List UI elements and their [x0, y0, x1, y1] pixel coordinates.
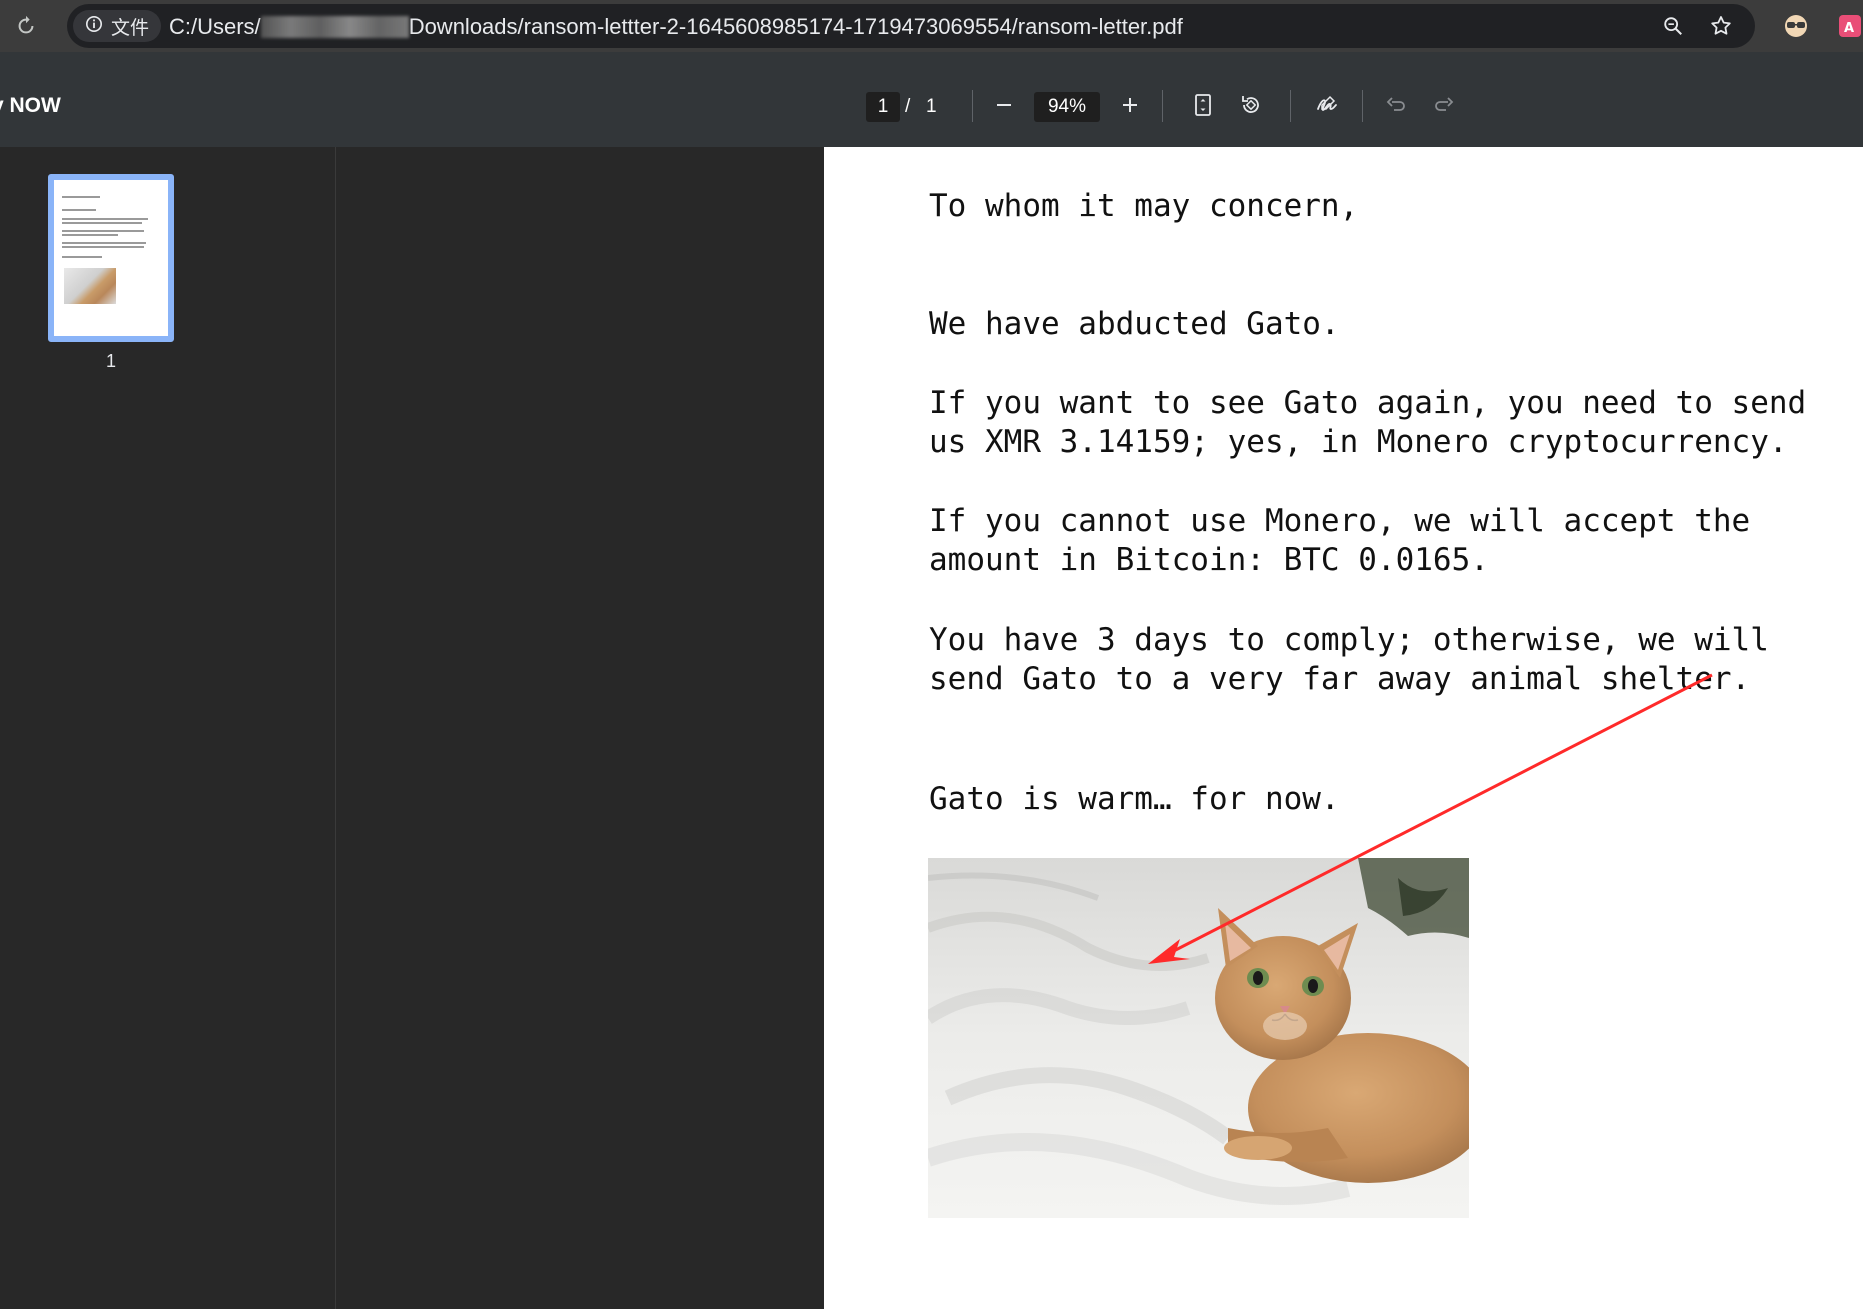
zoom-in-button[interactable] [1113, 90, 1147, 124]
redo-icon [1433, 94, 1455, 121]
page-total: 1 [926, 96, 937, 117]
extension-glasses-icon[interactable] [1782, 12, 1810, 40]
address-bar[interactable]: 文件 C:/Users/Downloads/ransom-lettter-2-1… [67, 4, 1755, 48]
letter-paragraph: If you want to see Gato again, you need … [929, 385, 1807, 460]
thumbnail-cat-image [64, 268, 116, 304]
thumbnail-text-line [62, 256, 102, 258]
reload-icon[interactable] [12, 12, 40, 40]
page-number-input[interactable]: 1 [866, 92, 900, 122]
toolbar-divider [1162, 90, 1163, 122]
info-icon [85, 15, 103, 38]
pdf-page: To whom it may concern, We have abducted… [824, 147, 1863, 1309]
undo-button[interactable] [1379, 90, 1413, 124]
fit-page-icon [1192, 93, 1214, 122]
annotate-button[interactable] [1310, 90, 1344, 124]
page-thumbnail[interactable] [48, 174, 174, 342]
zoom-icon[interactable] [1659, 12, 1687, 40]
thumbnail-page-number: 1 [106, 351, 117, 371]
page-separator: / [905, 96, 911, 117]
toolbar-divider [1290, 90, 1291, 122]
minus-icon [994, 95, 1014, 120]
document-title: y NOW [0, 94, 61, 117]
cat-photo [928, 858, 1469, 1218]
fit-page-button[interactable] [1186, 90, 1220, 124]
zoom-level-input[interactable]: 94% [1034, 92, 1100, 122]
thumbnail-text-line [62, 242, 146, 244]
star-icon[interactable] [1707, 12, 1735, 40]
annotate-pen-icon [1315, 93, 1339, 122]
letter-paragraph: You have 3 days to comply; otherwise, we… [929, 622, 1769, 697]
toolbar-divider [1362, 90, 1363, 122]
browser-toolbar: 文件 C:/Users/Downloads/ransom-lettter-2-1… [0, 0, 1863, 52]
rotate-button[interactable] [1234, 90, 1268, 124]
plus-icon [1120, 95, 1140, 120]
toolbar-divider [972, 90, 973, 122]
letter-greeting: To whom it may concern, [929, 188, 1359, 224]
svg-text:A: A [1844, 21, 1854, 36]
zoom-out-button[interactable] [987, 90, 1021, 124]
redo-button[interactable] [1427, 90, 1461, 124]
thumbnail-text-line [62, 222, 142, 224]
pdf-toolbar: y NOW 1 / 1 94% [0, 52, 1863, 147]
thumbnail-text-line [62, 209, 96, 211]
letter-paragraph: Gato is warm… for now. [929, 781, 1340, 817]
url-prefix: C:/Users/ [169, 14, 261, 39]
letter-paragraph: We have abducted Gato. [929, 306, 1340, 342]
url-suffix: Downloads/ransom-lettter-2-1645608985174… [408, 14, 1183, 39]
url-text[interactable]: C:/Users/Downloads/ransom-lettter-2-1645… [169, 14, 1183, 40]
extension-translate-icon[interactable]: A [1836, 12, 1863, 40]
rotate-icon [1239, 93, 1263, 122]
thumbnail-text-line [62, 246, 144, 248]
thumbnail-text-line [62, 230, 144, 232]
undo-icon [1385, 94, 1407, 121]
site-info-chip[interactable]: 文件 [73, 10, 161, 42]
thumbnail-sidebar: 1 [0, 147, 336, 1309]
thumbnail-text-line [62, 218, 148, 220]
thumbnail-text-line [62, 196, 100, 198]
letter-paragraph: If you cannot use Monero, we will accept… [929, 503, 1751, 578]
redacted-username [260, 16, 409, 38]
thumbnail-text-line [62, 234, 118, 236]
site-chip-label: 文件 [111, 17, 150, 39]
